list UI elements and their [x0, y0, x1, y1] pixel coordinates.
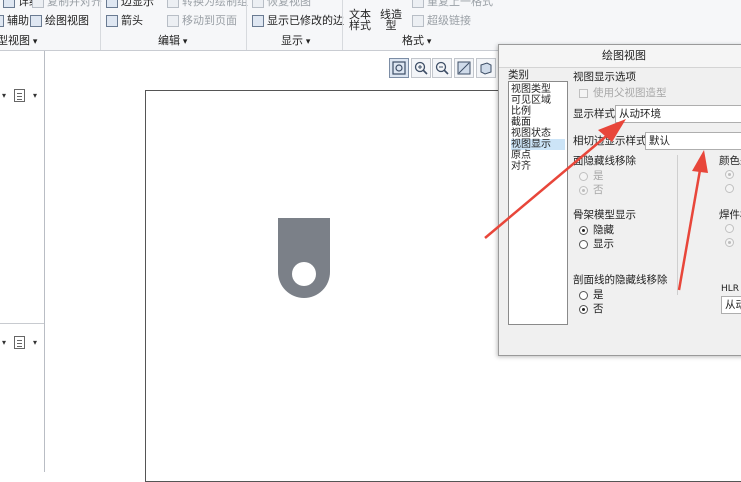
edge-display-icon [106, 0, 118, 8]
color-from-radio-2[interactable] [725, 184, 739, 193]
face-hidden-no-radio[interactable]: 否 [579, 184, 604, 196]
drawing-view-icon [30, 15, 42, 27]
dropdown-arrow-icon[interactable]: ▾ [2, 338, 6, 347]
weld-parts-label: 焊件横 [719, 209, 741, 221]
drawing-view-dialog: 绘图视图 类别 视图类型 可见区域 比例 截面 视图状态 视图显示 原点 对齐 … [498, 44, 741, 356]
radio-icon [579, 171, 588, 181]
repeat-format-button[interactable]: 重复上一格式 [412, 0, 493, 10]
repeat-format-icon [412, 0, 424, 8]
skeleton-display-label: 骨架模型显示 [573, 209, 636, 221]
drawing-view-button[interactable]: 绘图视图 [30, 13, 89, 29]
radio-icon [725, 238, 734, 247]
copy-align-button[interactable]: 复制并对齐 [32, 0, 102, 10]
tangent-style-select[interactable]: 默认 [645, 132, 741, 150]
skeleton-show-radio[interactable]: 显示 [579, 238, 614, 250]
line-style-button[interactable]: 线造型 [380, 9, 404, 31]
repaint-icon[interactable] [454, 58, 474, 78]
display-style-label: 显示样式 [573, 108, 615, 120]
tree-list-icon[interactable] [14, 89, 25, 102]
column-divider [677, 155, 678, 295]
graphics-toolbar [387, 58, 499, 80]
dialog-title[interactable]: 绘图视图 [499, 45, 741, 68]
part-view[interactable] [278, 218, 330, 298]
display-style-select[interactable]: 从动环境 [615, 105, 741, 123]
category-scale[interactable]: 比例 [511, 106, 565, 117]
radio-icon [579, 304, 588, 314]
dropdown-arrow-icon[interactable]: ▾ [2, 91, 6, 100]
group-separator [100, 0, 101, 50]
category-origin[interactable]: 原点 [511, 150, 565, 161]
restore-view-button[interactable]: 恢复视图 [252, 0, 311, 10]
group-separator [342, 0, 343, 50]
weld-parts-radio-1[interactable] [725, 224, 739, 233]
color-from-label: 颜色来 [719, 155, 741, 167]
chevron-down-icon[interactable]: ▾ [33, 91, 37, 100]
color-from-radio-1[interactable] [725, 170, 739, 179]
show-modified-edges-icon [252, 15, 264, 27]
group-display[interactable]: 显示 [281, 34, 310, 48]
arrow-button[interactable]: 箭头 [106, 13, 143, 29]
auxiliary-button[interactable]: 辅助 [0, 13, 29, 29]
tangent-style-label: 相切边显示样式 [573, 135, 647, 147]
convert-draft-icon [167, 0, 179, 8]
category-list[interactable]: 视图类型 可见区域 比例 截面 视图状态 视图显示 原点 对齐 [508, 81, 568, 325]
category-section[interactable]: 截面 [511, 117, 565, 128]
category-view-display[interactable]: 视图显示 [511, 139, 565, 150]
category-visible-area[interactable]: 可见区域 [511, 95, 565, 106]
detail-icon [3, 0, 15, 8]
weld-parts-radio-2[interactable] [725, 238, 739, 247]
hlr-select[interactable]: 从动 [721, 296, 741, 314]
move-to-page-button[interactable]: 移动到页面 [167, 13, 237, 29]
show-modified-edges-button[interactable]: 显示已修改的边 [252, 13, 344, 29]
move-to-page-icon [167, 15, 179, 27]
zoom-in-icon[interactable] [411, 58, 431, 78]
face-hidden-yes-radio[interactable]: 是 [579, 170, 604, 182]
radio-icon [579, 225, 588, 235]
radio-icon [725, 184, 734, 193]
category-align[interactable]: 对齐 [511, 161, 565, 172]
group-format[interactable]: 格式 [402, 34, 431, 48]
auxiliary-icon [0, 15, 4, 27]
radio-icon [725, 224, 734, 233]
hyperlink-button[interactable]: 超级链接 [412, 13, 471, 29]
convert-draft-button[interactable]: 转换为绘制组 [167, 0, 248, 10]
options-title: 视图显示选项 [573, 71, 636, 83]
use-parent-style-checkbox[interactable]: 使用父视图造型 [579, 87, 667, 99]
section-hidden-yes-radio[interactable]: 是 [579, 289, 604, 301]
orient-icon[interactable] [476, 58, 496, 78]
panel-divider [0, 323, 44, 324]
refit-icon[interactable] [389, 58, 409, 78]
layer-list-icon[interactable] [14, 336, 25, 349]
face-hidden-removal-label: 面隐藏线移除 [573, 155, 636, 167]
text-style-button[interactable]: 文本样式 [347, 9, 373, 31]
radio-icon [579, 290, 588, 300]
edge-display-button[interactable]: 边显示 [106, 0, 154, 10]
section-hidden-no-radio[interactable]: 否 [579, 303, 604, 315]
checkbox [579, 88, 588, 98]
group-separator [246, 0, 247, 50]
zoom-out-icon[interactable] [432, 58, 452, 78]
chevron-down-icon[interactable]: ▾ [33, 338, 37, 347]
hyperlink-icon [412, 15, 424, 27]
radio-icon [725, 170, 734, 179]
skeleton-hide-radio[interactable]: 隐藏 [579, 224, 614, 236]
radio-icon [579, 185, 588, 195]
arrow-icon [106, 15, 118, 27]
group-edit[interactable]: 编辑 [158, 34, 187, 48]
category-view-state[interactable]: 视图状态 [511, 128, 565, 139]
radio-icon [579, 239, 588, 249]
group-model-view[interactable]: 型视图 [0, 34, 37, 48]
category-view-type[interactable]: 视图类型 [511, 84, 565, 95]
hlr-label: HLR [721, 284, 740, 294]
section-hidden-removal-label: 剖面线的隐藏线移除 [573, 274, 668, 286]
restore-view-icon [252, 0, 264, 8]
model-tree-panel: ▾ ▾ ▾ ▾ [0, 51, 45, 472]
copy-align-icon [32, 0, 44, 8]
